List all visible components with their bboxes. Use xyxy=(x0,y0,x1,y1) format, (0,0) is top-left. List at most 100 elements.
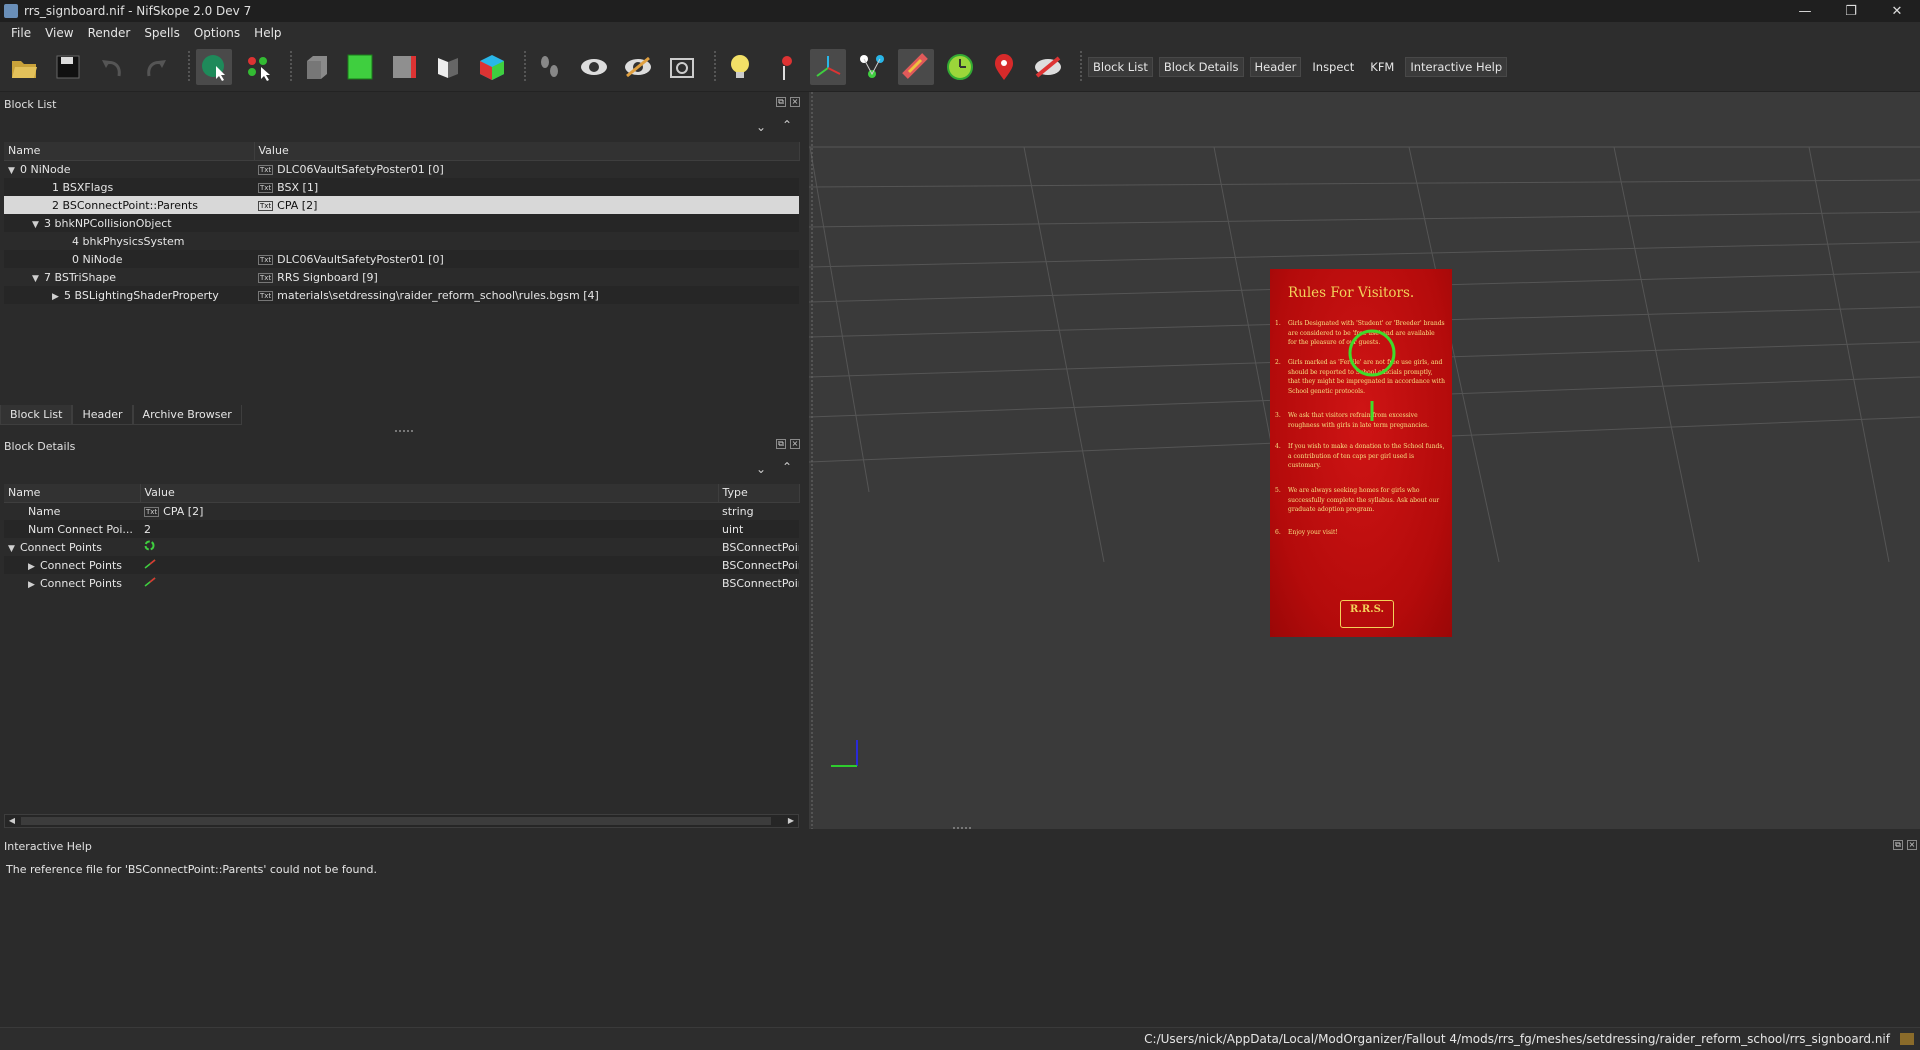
detail-row[interactable]: ▶ Connect Points BSConnectPoir xyxy=(4,574,799,592)
menu-view[interactable]: View xyxy=(38,26,80,40)
detail-row[interactable]: ▶ Connect Points BSConnectPoir xyxy=(4,556,799,574)
column-header-value[interactable]: Value xyxy=(140,484,719,503)
toolbar-interactive-help-button[interactable]: Interactive Help xyxy=(1405,57,1508,77)
expand-all-icon[interactable]: ⌃ xyxy=(782,118,792,132)
menu-help[interactable]: Help xyxy=(247,26,288,40)
hide-hidden-icon[interactable] xyxy=(1030,49,1066,85)
toolbar-block-details-button[interactable]: Block Details xyxy=(1158,57,1244,77)
screenshot-camera-icon[interactable] xyxy=(664,49,700,85)
detail-row[interactable]: Num Connect Poi... 2 uint xyxy=(4,520,799,538)
toolbar-block-list-button[interactable]: Block List xyxy=(1088,57,1153,77)
collapse-all-icon[interactable]: ⌄ xyxy=(756,120,766,134)
show-collision-icon[interactable] xyxy=(898,49,934,85)
close-button[interactable]: ✕ xyxy=(1874,0,1920,22)
column-header-value[interactable]: Value xyxy=(254,142,800,161)
horizontal-scrollbar[interactable]: ◀ ▶ xyxy=(4,814,799,828)
float-panel-icon[interactable]: ⧉ xyxy=(1893,840,1903,850)
folder-icon[interactable] xyxy=(1900,1033,1914,1045)
save-file-icon[interactable] xyxy=(50,49,86,85)
float-panel-icon[interactable]: ⧉ xyxy=(776,439,786,449)
menu-options[interactable]: Options xyxy=(187,26,247,40)
axis-gizmo-icon xyxy=(831,740,858,767)
toolbar-inspect-button[interactable]: Inspect xyxy=(1307,57,1359,77)
main-toolbar: Block List Block Details Header Inspect … xyxy=(0,43,1920,92)
undo-icon[interactable] xyxy=(94,49,130,85)
tree-row[interactable]: 1 BSXFlags Txt BSX [1] xyxy=(4,178,799,196)
show-axes-marker-icon[interactable] xyxy=(766,49,802,85)
tree-row[interactable]: ▼ 7 BSTriShape Txt RRS Signboard [9] xyxy=(4,268,799,286)
tree-row[interactable]: ▼ 3 bhkNPCollisionObject xyxy=(4,214,799,232)
toolbar-header-button[interactable]: Header xyxy=(1249,57,1302,77)
select-object-icon[interactable] xyxy=(196,49,232,85)
menu-file[interactable]: File xyxy=(4,26,38,40)
scrollbar-thumb[interactable] xyxy=(21,817,771,825)
file-path: C:/Users/nick/AppData/Local/ModOrganizer… xyxy=(1144,1032,1890,1046)
show-axes-icon[interactable] xyxy=(810,49,846,85)
close-panel-icon[interactable]: × xyxy=(790,97,800,107)
tab-block-list[interactable]: Block List xyxy=(0,405,73,425)
expanded-arrow-icon[interactable]: ▼ xyxy=(32,274,44,284)
toolbar-separator xyxy=(714,51,716,83)
collapsed-arrow-icon[interactable]: ▶ xyxy=(28,580,40,590)
connect-point-icon xyxy=(144,576,156,590)
expand-all-icon[interactable]: ⌃ xyxy=(782,460,792,474)
expanded-arrow-icon[interactable]: ▼ xyxy=(8,166,20,176)
collapsed-arrow-icon[interactable]: ▶ xyxy=(52,292,64,302)
scroll-left-arrow-icon[interactable]: ◀ xyxy=(5,815,19,827)
expanded-arrow-icon[interactable]: ▼ xyxy=(32,220,44,230)
array-refresh-icon[interactable] xyxy=(144,540,155,554)
minimize-button[interactable]: — xyxy=(1782,0,1828,22)
toolbar-kfm-button[interactable]: KFM xyxy=(1365,57,1399,77)
text-type-icon: Txt xyxy=(258,182,274,193)
tree-row[interactable]: 4 bhkPhysicsSystem xyxy=(4,232,799,250)
column-header-name[interactable]: Name xyxy=(4,484,141,503)
detail-row[interactable]: Name Txt CPA [2] string xyxy=(4,502,799,520)
show-nodes-icon[interactable] xyxy=(854,49,890,85)
connect-point-icon xyxy=(144,558,156,572)
restore-button[interactable]: ❐ xyxy=(1828,0,1874,22)
splitter-handle[interactable] xyxy=(395,430,413,432)
collapse-all-icon[interactable]: ⌄ xyxy=(756,462,766,476)
collapsed-arrow-icon[interactable]: ▶ xyxy=(28,562,40,572)
expanded-arrow-icon[interactable]: ▼ xyxy=(8,544,20,554)
tree-row[interactable]: ▼ 0 NiNode Txt DLC06VaultSafetyPoster01 [0… xyxy=(4,160,799,178)
view-red-cube-icon[interactable] xyxy=(386,49,422,85)
viewport-splitter-handle[interactable] xyxy=(811,92,813,829)
poster-rule: 4. If you wish to make a donation to the … xyxy=(1275,443,1445,469)
view-flip-icon[interactable] xyxy=(430,49,466,85)
splitter-handle[interactable] xyxy=(953,827,971,829)
tree-row-selected[interactable]: 2 BSConnectPoint::Parents Txt CPA [2] xyxy=(4,196,799,214)
redo-icon[interactable] xyxy=(138,49,174,85)
signboard-mesh[interactable]: Rules For Visitors. 1. Girls Designated w… xyxy=(1270,269,1452,637)
toolbar-separator xyxy=(188,51,190,83)
column-header-type[interactable]: Type xyxy=(718,484,800,503)
left-panel-tabbar: Block List Header Archive Browser xyxy=(0,405,242,425)
tab-archive-browser[interactable]: Archive Browser xyxy=(132,405,242,425)
open-file-icon[interactable] xyxy=(6,49,42,85)
poster-rule: 5. We are always seeking homes for girls … xyxy=(1275,487,1440,513)
show-constraints-icon[interactable] xyxy=(942,49,978,85)
close-panel-icon[interactable]: × xyxy=(790,439,800,449)
tree-row[interactable]: ▶ 5 BSLightingShaderProperty Txt materials… xyxy=(4,286,799,304)
view-green-cube-icon[interactable] xyxy=(342,49,378,85)
menu-spells[interactable]: Spells xyxy=(137,26,187,40)
tree-row[interactable]: 0 NiNode Txt DLC06VaultSafetyPoster01 [0] xyxy=(4,250,799,268)
select-vertex-icon[interactable] xyxy=(240,49,276,85)
tab-header[interactable]: Header xyxy=(72,405,133,425)
poster-title: Rules For Visitors. xyxy=(1288,285,1415,301)
footprints-icon[interactable] xyxy=(532,49,568,85)
interactive-help-panel-title: Interactive Help xyxy=(4,840,92,853)
hidden-eye-icon[interactable] xyxy=(620,49,656,85)
menu-render[interactable]: Render xyxy=(81,26,138,40)
detail-row[interactable]: ▼ Connect Points BSConnectPoir xyxy=(4,538,799,556)
close-panel-icon[interactable]: × xyxy=(1907,840,1917,850)
view-gray-cube-icon[interactable] xyxy=(298,49,334,85)
view-colored-cube-icon[interactable] xyxy=(474,49,510,85)
title-bar: rrs_signboard.nif - NifSkope 2.0 Dev 7 —… xyxy=(0,0,1920,22)
float-panel-icon[interactable]: ⧉ xyxy=(776,97,786,107)
visibility-eye-icon[interactable] xyxy=(576,49,612,85)
scroll-right-arrow-icon[interactable]: ▶ xyxy=(784,815,798,827)
column-header-name[interactable]: Name xyxy=(4,142,255,161)
lighting-bulb-icon[interactable] xyxy=(722,49,758,85)
show-markers-icon[interactable] xyxy=(986,49,1022,85)
